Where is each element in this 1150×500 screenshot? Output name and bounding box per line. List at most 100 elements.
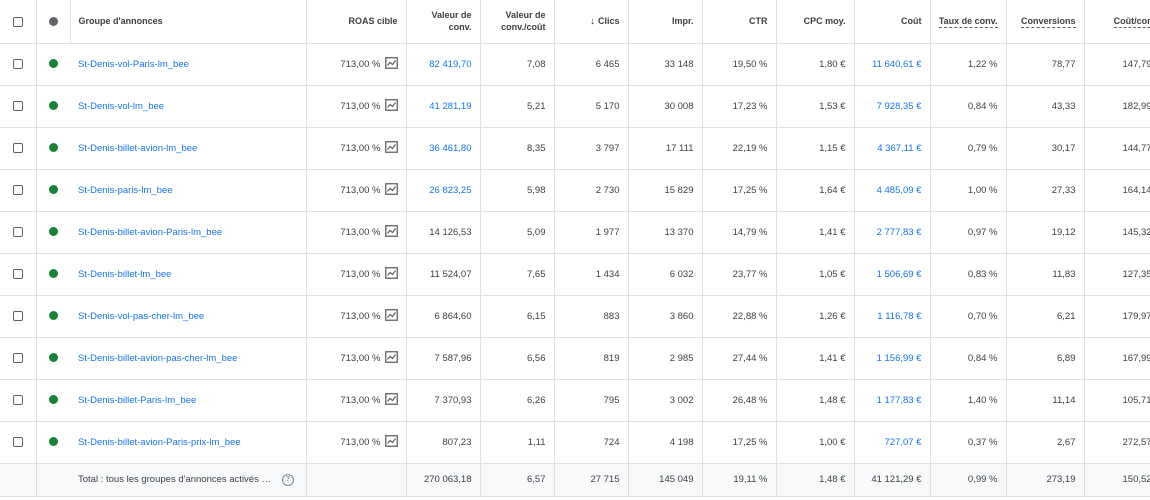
cost-cell: 2 777,83 € bbox=[854, 211, 931, 254]
header-impressions[interactable]: Impr. bbox=[628, 0, 703, 44]
header-avg-cpc[interactable]: CPC moy. bbox=[776, 0, 855, 44]
cost-link[interactable]: 1 116,78 € bbox=[877, 311, 921, 322]
header-target-roas[interactable]: ROAS cible bbox=[306, 0, 407, 44]
table-row: St-Denis-billet-lm_bee 713,00 % 11 524,07 7… bbox=[0, 253, 1150, 296]
header-conv-value-cost[interactable]: Valeur de conv./coût bbox=[480, 0, 555, 44]
select-all-checkbox[interactable] bbox=[12, 16, 23, 27]
ctr-cell: 26,48 % bbox=[702, 379, 777, 422]
ad-group-link[interactable]: St-Denis-billet-lm_bee bbox=[78, 269, 171, 280]
total-ctr: 19,11 % bbox=[702, 463, 777, 497]
trend-chart-icon[interactable] bbox=[384, 182, 398, 198]
trend-chart-icon[interactable] bbox=[384, 140, 398, 156]
ad-group-link[interactable]: St-Denis-paris-lm_bee bbox=[78, 185, 173, 196]
conv-value: 7 370,93 bbox=[434, 394, 472, 406]
conv-value[interactable]: 36 461,80 bbox=[429, 143, 471, 154]
header-ctr[interactable]: CTR bbox=[702, 0, 777, 44]
help-icon[interactable]: ? bbox=[282, 473, 294, 486]
status-enabled-icon[interactable] bbox=[48, 185, 58, 195]
row-checkbox[interactable] bbox=[12, 352, 23, 363]
header-cost-per-conv[interactable]: Coût/conv. bbox=[1084, 0, 1150, 44]
status-enabled-icon[interactable] bbox=[48, 353, 58, 363]
cost-link[interactable]: 4 367,11 € bbox=[877, 143, 921, 154]
status-enabled-icon[interactable] bbox=[48, 227, 58, 237]
status-enabled-icon[interactable] bbox=[48, 59, 58, 69]
status-enabled-icon[interactable] bbox=[48, 143, 58, 153]
ad-group-link[interactable]: St-Denis-billet-avion-Paris-lm_bee bbox=[78, 227, 222, 238]
cost-link[interactable]: 727,07 € bbox=[885, 437, 922, 448]
header-conv-rate[interactable]: Taux de conv. bbox=[930, 0, 1007, 44]
row-checkbox[interactable] bbox=[12, 58, 23, 69]
status-enabled-icon[interactable] bbox=[48, 437, 58, 447]
ad-group-link[interactable]: St-Denis-billet-Paris-lm_bee bbox=[78, 395, 196, 406]
table-row: St-Denis-vol-pas-cher-lm_bee 713,00 % 6 86… bbox=[0, 295, 1150, 338]
ad-group-link[interactable]: St-Denis-vol-lm_bee bbox=[78, 101, 164, 112]
row-status-cell bbox=[36, 253, 70, 296]
table-body: St-Denis-vol-Paris-lm_bee 713,00 % 82 419,… bbox=[0, 43, 1150, 464]
trend-chart-icon[interactable] bbox=[384, 224, 398, 240]
trend-chart-icon[interactable] bbox=[384, 98, 398, 114]
cost-link[interactable]: 7 928,35 € bbox=[877, 101, 922, 112]
cost-link[interactable]: 11 640,61 € bbox=[872, 59, 921, 70]
conversions-cell: 30,17 bbox=[1006, 127, 1085, 170]
conv-value-cost-cell: 7,65 bbox=[480, 253, 555, 296]
status-column-icon[interactable] bbox=[48, 17, 58, 27]
total-cost-per-conv: 150,52 € bbox=[1084, 463, 1150, 497]
cost-link[interactable]: 1 156,99 € bbox=[877, 353, 922, 364]
status-enabled-icon[interactable] bbox=[48, 269, 58, 279]
avg-cpc-cell: 1,41 € bbox=[776, 211, 855, 254]
conversions-cell: 2,67 bbox=[1006, 421, 1085, 464]
cost-link[interactable]: 1 177,83 € bbox=[877, 395, 922, 406]
row-select-cell bbox=[0, 253, 37, 296]
row-checkbox[interactable] bbox=[12, 310, 23, 321]
conv-value[interactable]: 41 281,19 bbox=[429, 101, 471, 112]
conv-value-cell: 36 461,80 bbox=[406, 127, 481, 170]
trend-chart-icon[interactable] bbox=[384, 434, 398, 450]
ad-group-link[interactable]: St-Denis-billet-avion-Paris-prix-lm_bee bbox=[78, 437, 241, 448]
row-checkbox[interactable] bbox=[12, 226, 23, 237]
clicks-cell: 883 bbox=[554, 295, 629, 338]
total-clicks: 27 715 bbox=[554, 463, 629, 497]
trend-chart-icon[interactable] bbox=[384, 56, 398, 72]
conv-value: 14 126,53 bbox=[429, 226, 472, 238]
header-conv-value[interactable]: Valeur de conv. bbox=[406, 0, 481, 44]
target-roas-cell: 713,00 % bbox=[306, 253, 407, 296]
trend-chart-icon[interactable] bbox=[384, 308, 398, 324]
row-status-cell bbox=[36, 211, 70, 254]
trend-chart-icon[interactable] bbox=[384, 350, 398, 366]
cost-per-conv-cell: 144,77 € bbox=[1084, 127, 1150, 170]
ad-group-cell: St-Denis-billet-avion-lm_bee bbox=[70, 127, 307, 170]
impressions-cell: 17 111 bbox=[628, 127, 703, 170]
header-ad-group[interactable]: Groupe d'annonces bbox=[70, 0, 307, 44]
status-enabled-icon[interactable] bbox=[48, 311, 58, 321]
header-clicks[interactable]: ↓ Clics bbox=[554, 0, 629, 44]
target-roas-cell: 713,00 % bbox=[306, 421, 407, 464]
row-checkbox[interactable] bbox=[12, 184, 23, 195]
ad-group-link[interactable]: St-Denis-billet-avion-pas-cher-lm_bee bbox=[78, 353, 237, 364]
status-enabled-icon[interactable] bbox=[48, 101, 58, 111]
conv-value-cell: 6 864,60 bbox=[406, 295, 481, 338]
header-conversions[interactable]: Conversions bbox=[1006, 0, 1085, 44]
conv-value[interactable]: 82 419,70 bbox=[429, 59, 471, 70]
total-conversions: 273,19 bbox=[1006, 463, 1085, 497]
trend-chart-icon[interactable] bbox=[384, 266, 398, 282]
row-checkbox[interactable] bbox=[12, 268, 23, 279]
row-checkbox[interactable] bbox=[12, 100, 23, 111]
conv-value-cost-cell: 5,21 bbox=[480, 85, 555, 128]
row-checkbox[interactable] bbox=[12, 436, 23, 447]
conv-value[interactable]: 26 823,25 bbox=[429, 185, 471, 196]
cost-link[interactable]: 2 777,83 € bbox=[877, 227, 922, 238]
row-checkbox[interactable] bbox=[12, 142, 23, 153]
row-checkbox[interactable] bbox=[12, 394, 23, 405]
cost-link[interactable]: 4 485,09 € bbox=[877, 185, 922, 196]
ctr-cell: 22,19 % bbox=[702, 127, 777, 170]
status-enabled-icon[interactable] bbox=[48, 395, 58, 405]
trend-chart-icon[interactable] bbox=[384, 392, 398, 408]
ad-group-link[interactable]: St-Denis-vol-Paris-lm_bee bbox=[78, 59, 189, 70]
row-select-cell bbox=[0, 85, 37, 128]
cost-link[interactable]: 1 506,69 € bbox=[877, 269, 922, 280]
cost-cell: 4 485,09 € bbox=[854, 169, 931, 212]
ad-group-link[interactable]: St-Denis-billet-avion-lm_bee bbox=[78, 143, 197, 154]
header-cost[interactable]: Coût bbox=[854, 0, 931, 44]
row-status-cell bbox=[36, 169, 70, 212]
ad-group-link[interactable]: St-Denis-vol-pas-cher-lm_bee bbox=[78, 311, 204, 322]
